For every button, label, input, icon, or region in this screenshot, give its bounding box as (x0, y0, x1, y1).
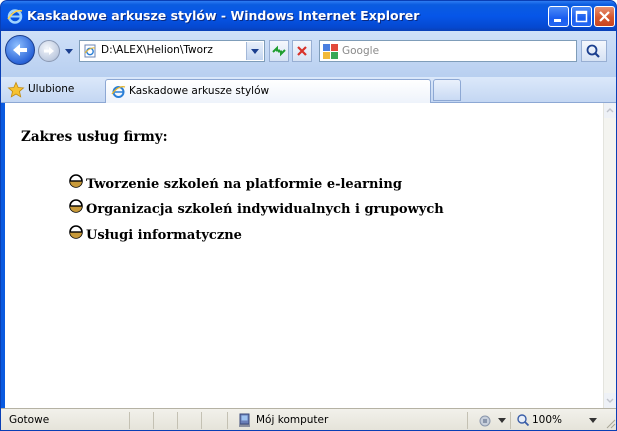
list-item-label: Organizacja szkoleń indywidualnych i gru… (86, 202, 444, 217)
status-divider (153, 412, 154, 429)
status-divider (201, 412, 202, 429)
tab-label: Kaskadowe arkusze stylów (129, 85, 270, 97)
tab-bar: Ulubione Kaskadowe arkusze stylów (1, 77, 616, 103)
page-content: Zakres usług firmy: Tworzenie szkoleń na… (5, 103, 603, 408)
status-bar: Gotowe Mój komputer 100% (1, 408, 616, 430)
vertical-scrollbar[interactable] (603, 103, 616, 408)
star-icon (7, 81, 25, 98)
stop-icon (297, 46, 307, 56)
refresh-icon (272, 45, 286, 57)
scroll-down-button[interactable] (604, 393, 616, 408)
window-title: Kaskadowe arkusze stylów - Windows Inter… (27, 8, 420, 23)
magnifier-icon (586, 44, 600, 58)
tab-current[interactable]: Kaskadowe arkusze stylów (105, 79, 431, 103)
ie-window: Kaskadowe arkusze stylów - Windows Inter… (0, 0, 617, 431)
address-dropdown-button[interactable] (246, 42, 263, 60)
protected-mode-icon[interactable] (477, 414, 493, 428)
page-icon (84, 44, 96, 58)
back-button[interactable] (5, 35, 35, 65)
google-icon (323, 44, 338, 59)
list-item-label: Tworzenie szkoleń na platformie e-learni… (86, 177, 402, 192)
status-divider (129, 412, 130, 429)
forward-button[interactable] (38, 40, 60, 62)
minimize-icon (554, 19, 561, 22)
minimize-button[interactable] (548, 6, 569, 27)
search-field[interactable]: Google (319, 40, 577, 62)
search-button[interactable] (581, 40, 607, 62)
half-filled-circle-icon (69, 174, 83, 188)
zoom-level[interactable]: 100% (532, 414, 562, 426)
address-text: D:\ALEX\Helion\Tworz (101, 44, 213, 56)
security-zone-label: Mój komputer (256, 414, 329, 426)
history-dropdown-icon[interactable] (63, 45, 75, 57)
search-placeholder: Google (342, 45, 380, 57)
maximize-button[interactable] (571, 6, 592, 27)
favorites-label: Ulubione (28, 83, 75, 95)
ie-page-icon (111, 86, 126, 98)
zoom-icon[interactable] (516, 413, 530, 427)
chevron-down-icon (606, 398, 614, 403)
half-filled-circle-icon (69, 225, 83, 239)
computer-icon (239, 413, 250, 427)
half-filled-circle-icon (69, 199, 83, 213)
status-divider (510, 412, 511, 429)
refresh-button[interactable] (269, 40, 289, 62)
chevron-down-icon (251, 49, 259, 54)
new-tab-button[interactable] (433, 79, 461, 101)
status-divider (177, 412, 178, 429)
navigation-bar: D:\ALEX\Helion\Tworz Google (1, 31, 616, 77)
status-text: Gotowe (9, 414, 50, 426)
page-heading: Zakres usług firmy: (21, 129, 168, 145)
status-divider (227, 412, 228, 429)
status-divider (467, 412, 468, 429)
chevron-down-icon[interactable] (589, 418, 597, 424)
stop-button[interactable] (292, 40, 312, 62)
maximize-icon (575, 10, 588, 23)
chevron-up-icon (606, 108, 614, 113)
close-icon (599, 11, 610, 22)
resize-grip-icon[interactable] (604, 417, 616, 429)
list-item-label: Usługi informatyczne (86, 228, 242, 243)
forward-arrow-icon (44, 47, 54, 55)
address-field[interactable]: D:\ALEX\Helion\Tworz (79, 40, 265, 62)
close-button[interactable] (594, 6, 615, 27)
scroll-up-button[interactable] (604, 103, 616, 118)
chevron-down-icon[interactable] (498, 418, 506, 424)
title-bar[interactable]: Kaskadowe arkusze stylów - Windows Inter… (1, 1, 616, 31)
back-arrow-icon (13, 44, 27, 56)
ie-logo-icon (7, 9, 23, 24)
